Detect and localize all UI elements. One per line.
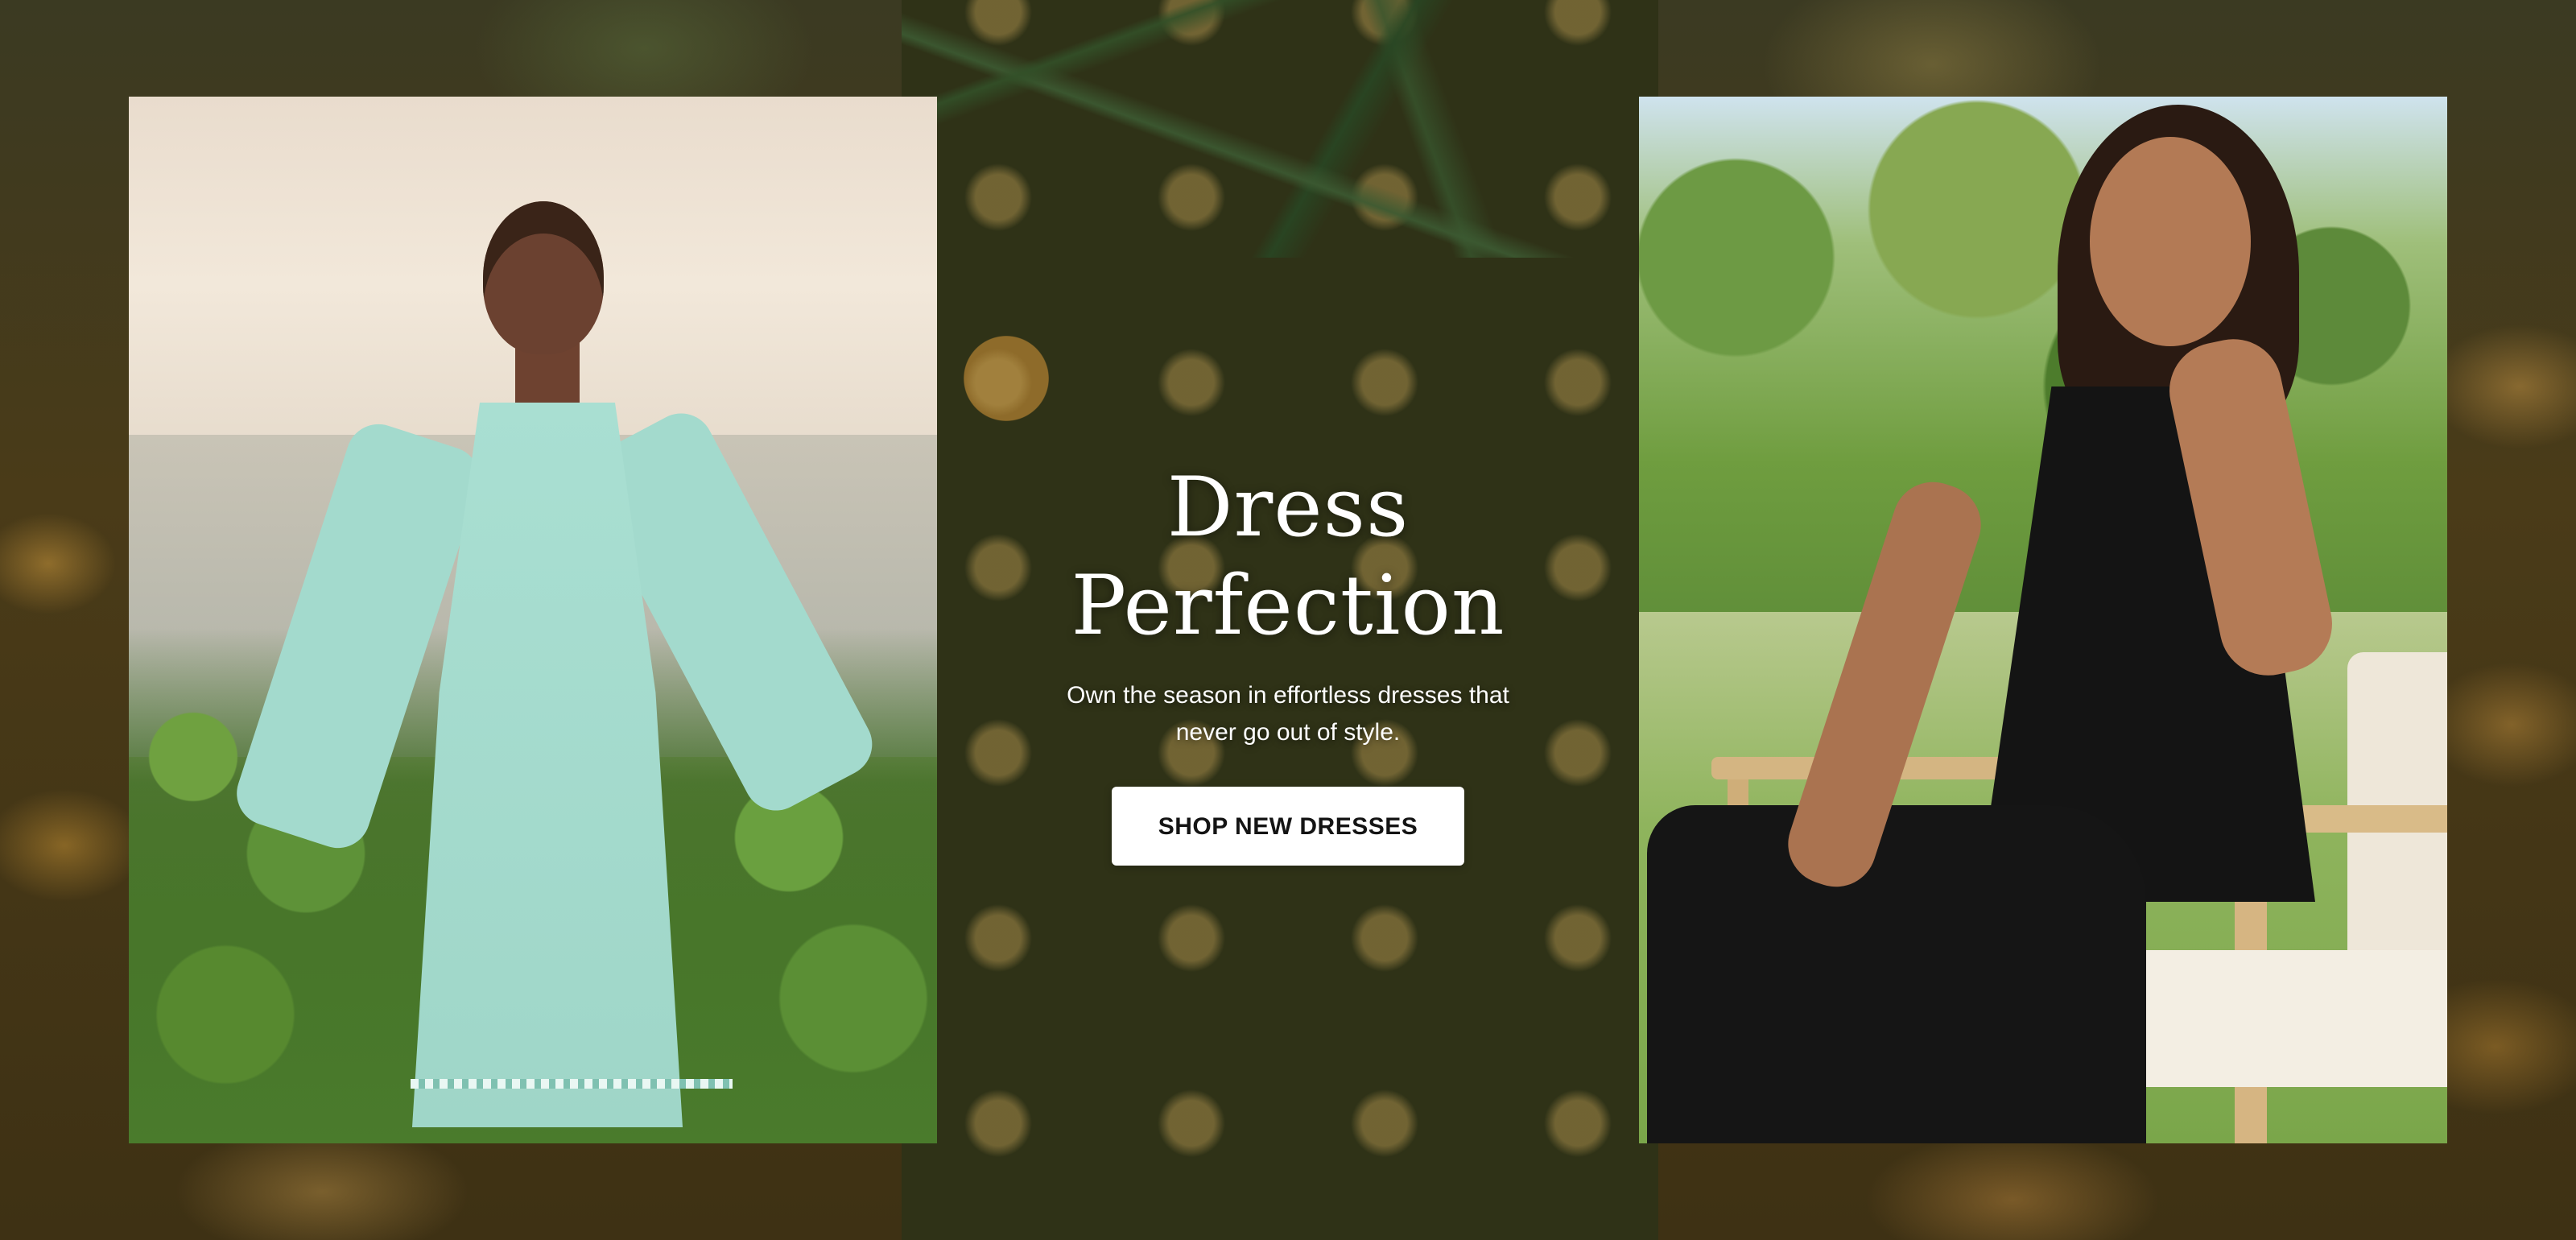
hero-content: Dress Perfection Own the season in effor…: [939, 459, 1637, 866]
hero-subtext: Own the season in effortless dresses tha…: [1067, 681, 1509, 746]
right-photo-panel[interactable]: [1639, 97, 2447, 1143]
model-in-black-dress: [1639, 97, 2447, 1143]
shop-new-dresses-button[interactable]: SHOP NEW DRESSES: [1112, 786, 1464, 866]
hero-headline: Dress Perfection: [1071, 460, 1505, 655]
left-photo-panel[interactable]: [129, 97, 937, 1143]
model-in-mint-dress: [228, 201, 884, 1143]
